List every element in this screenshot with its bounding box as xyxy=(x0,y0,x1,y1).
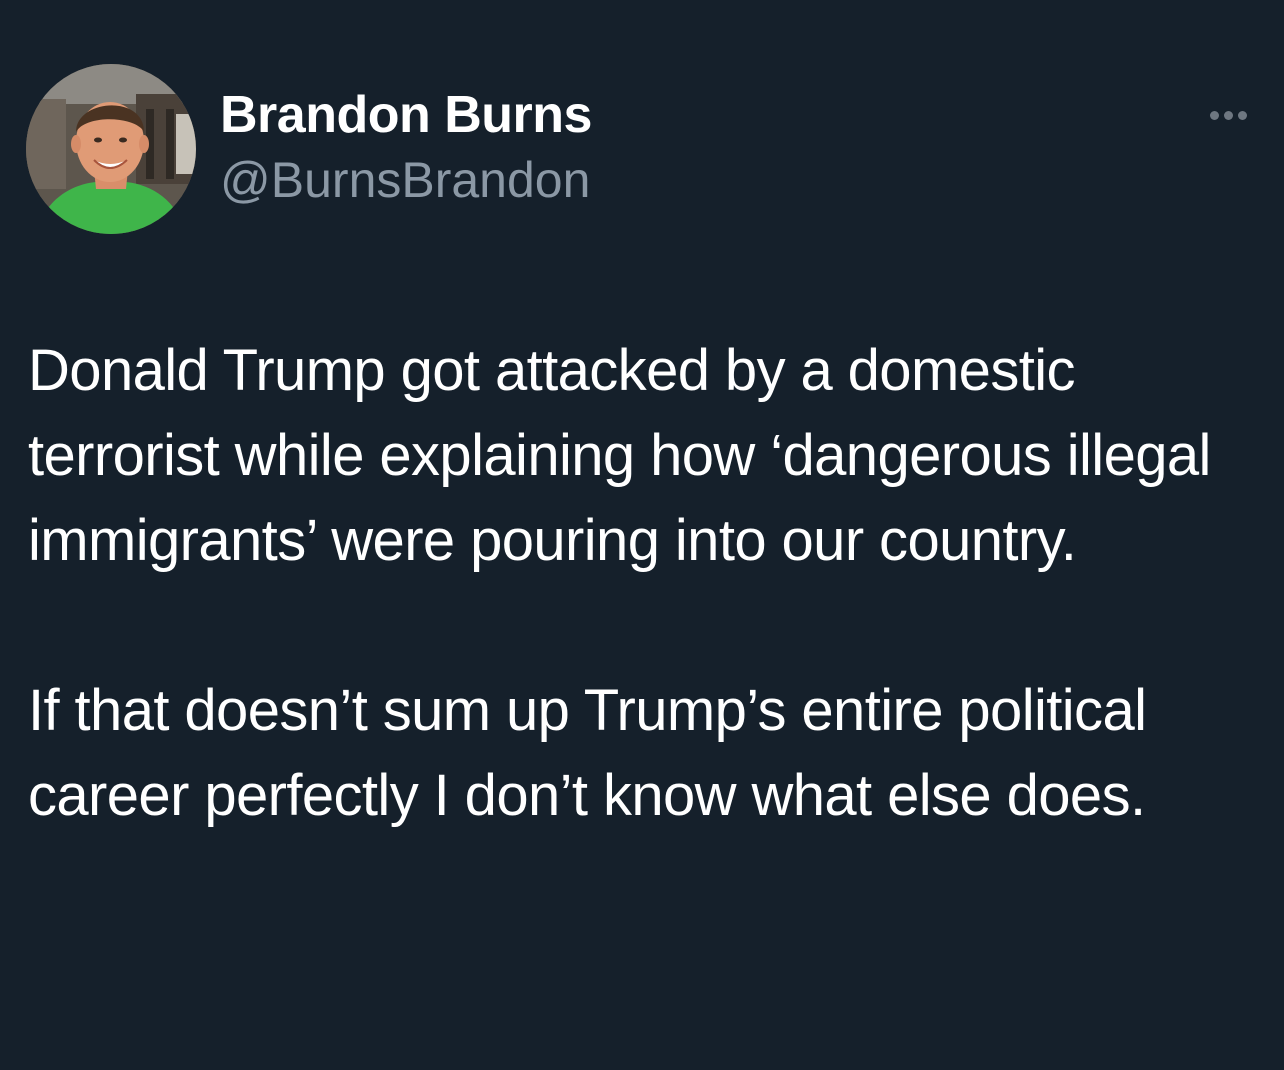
tweet-text: Donald Trump got attacked by a domestic … xyxy=(28,328,1248,838)
tweet-card: Brandon Burns @BurnsBrandon Donald Trump… xyxy=(0,0,1284,1070)
more-options-button[interactable] xyxy=(1198,100,1258,130)
tweet-paragraph: Donald Trump got attacked by a domestic … xyxy=(28,338,1211,573)
more-horizontal-icon-dot xyxy=(1237,110,1247,120)
more-horizontal-icon xyxy=(1209,110,1219,120)
author-info: Brandon Burns @BurnsBrandon xyxy=(220,84,592,210)
avatar[interactable] xyxy=(26,64,196,234)
user-handle[interactable]: @BurnsBrandon xyxy=(220,150,592,210)
tweet-paragraph: If that doesn’t sum up Trump’s entire po… xyxy=(28,678,1147,828)
profile-photo-icon xyxy=(26,64,196,234)
display-name[interactable]: Brandon Burns xyxy=(220,84,592,146)
more-horizontal-icon-dot xyxy=(1223,110,1233,120)
